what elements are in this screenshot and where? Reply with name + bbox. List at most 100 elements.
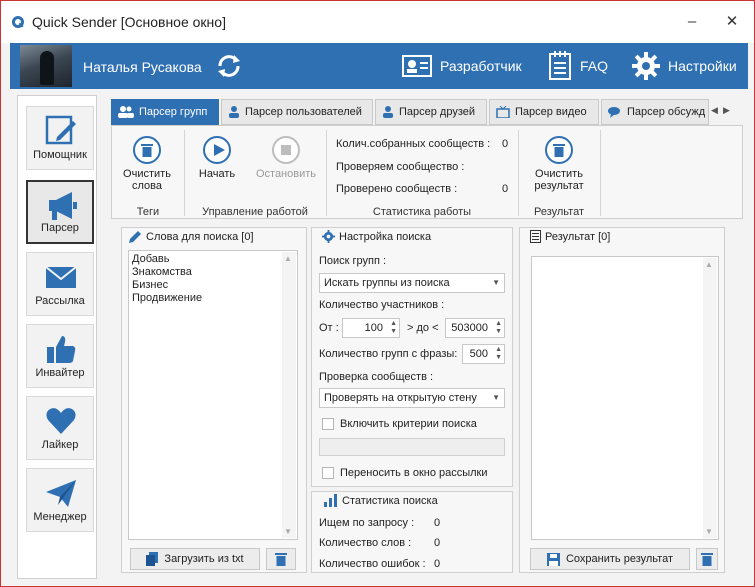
floppy-disk-icon bbox=[546, 552, 560, 566]
result-list[interactable]: ▲ ▼ bbox=[531, 256, 719, 540]
refresh-icon[interactable] bbox=[214, 52, 244, 80]
members-label: Количество участников : bbox=[319, 299, 445, 311]
checked-communities-label: Проверено сообществ : bbox=[336, 183, 458, 195]
decrement-icon[interactable]: ▼ bbox=[495, 328, 502, 336]
members-to-stepper[interactable]: 503000 ▲ ▼ bbox=[445, 318, 505, 338]
checked-communities-value: 0 bbox=[502, 183, 509, 195]
chevron-down-icon: ▼ bbox=[492, 278, 500, 287]
increment-icon[interactable]: ▲ bbox=[495, 346, 502, 354]
group-search-label: Поиск групп : bbox=[319, 255, 387, 267]
gear-icon bbox=[632, 52, 660, 80]
members-from-value: 100 bbox=[364, 322, 383, 334]
move-to-mailing-label: Переносить в окно рассылки bbox=[340, 467, 488, 479]
decrement-icon[interactable]: ▼ bbox=[390, 328, 397, 336]
checkbox-box[interactable] bbox=[322, 467, 334, 479]
notepad-icon bbox=[549, 51, 571, 80]
tab-group-parser[interactable]: Парсер групп bbox=[111, 99, 219, 125]
community-check-label: Проверка сообществ : bbox=[319, 371, 434, 383]
start-button[interactable]: Начать bbox=[192, 136, 242, 180]
enable-criteria-checkbox[interactable]: Включить критерии поиска bbox=[322, 418, 477, 430]
users-icon bbox=[118, 106, 134, 118]
increment-icon[interactable]: ▲ bbox=[390, 320, 397, 328]
criteria-input[interactable] bbox=[319, 438, 505, 456]
scroll-down-icon[interactable]: ▼ bbox=[284, 527, 292, 536]
clear-words-button[interactable]: Очистить слова bbox=[118, 136, 176, 192]
group-search-value: Искать группы из поиска bbox=[324, 277, 450, 289]
close-button[interactable]: ✕ bbox=[721, 11, 743, 33]
community-check-value: Проверять на открытую стену bbox=[324, 392, 477, 404]
sidebar-item-label: Лайкер bbox=[41, 439, 79, 451]
list-item[interactable]: Бизнес bbox=[129, 279, 297, 292]
errors-count-value: 0 bbox=[434, 558, 441, 570]
gear-icon bbox=[322, 230, 335, 243]
increment-icon[interactable]: ▲ bbox=[495, 320, 502, 328]
title-bar: Quick Sender [Основное окно] – ✕ bbox=[1, 1, 754, 43]
community-check-select[interactable]: Проверять на открытую стену ▼ bbox=[319, 388, 505, 408]
move-to-mailing-checkbox[interactable]: Переносить в окно рассылки bbox=[322, 467, 488, 479]
sidebar-item-parser[interactable]: Парсер bbox=[26, 180, 94, 244]
clear-result-label-1: Очистить bbox=[535, 168, 583, 180]
tab-scroll-left-icon[interactable]: ◀ bbox=[711, 105, 718, 116]
tab-label: Парсер обсужд bbox=[627, 106, 706, 118]
search-stats-title: Статистика поиска bbox=[342, 494, 438, 507]
faq-button[interactable]: FAQ bbox=[548, 51, 608, 81]
thumbs-up-icon bbox=[47, 336, 76, 363]
clear-result-label-2: результат bbox=[534, 180, 584, 192]
tv-icon bbox=[496, 106, 510, 118]
list-item[interactable]: Знакомства bbox=[129, 266, 297, 279]
settings-button[interactable]: Настройки bbox=[632, 51, 737, 81]
app-logo-icon bbox=[12, 16, 24, 28]
sidebar-item-manager[interactable]: Менеджер bbox=[26, 468, 94, 532]
group-search-select[interactable]: Искать группы из поиска ▼ bbox=[319, 273, 505, 293]
keywords-list[interactable]: Добавь Знакомства Бизнес Продвижение ▲ ▼ bbox=[128, 250, 298, 540]
list-item[interactable]: Добавь bbox=[129, 253, 297, 266]
load-txt-label: Загрузить из txt bbox=[164, 553, 244, 565]
sidebar-item-liker[interactable]: Лайкер bbox=[26, 396, 94, 460]
load-txt-button[interactable]: Загрузить из txt bbox=[130, 548, 260, 570]
delete-result-button[interactable] bbox=[696, 548, 718, 570]
ribbon-separator bbox=[518, 130, 519, 216]
list-item[interactable]: Продвижение bbox=[129, 292, 297, 305]
sidebar-item-label: Менеджер bbox=[33, 511, 87, 523]
keywords-panel-title: Слова для поиска [0] bbox=[146, 231, 254, 243]
tab-video-parser[interactable]: Парсер видео bbox=[489, 99, 599, 125]
keywords-scrollbar[interactable]: ▲ ▼ bbox=[282, 252, 296, 538]
tab-scroll-right-icon[interactable]: ▶ bbox=[723, 105, 730, 116]
groups-per-phrase-stepper[interactable]: 500 ▲ ▼ bbox=[462, 344, 505, 364]
save-result-button[interactable]: Сохранить результат bbox=[530, 548, 690, 570]
delete-keywords-button[interactable] bbox=[266, 548, 296, 570]
scroll-up-icon[interactable]: ▲ bbox=[284, 254, 292, 263]
trash-icon bbox=[141, 144, 153, 157]
search-query-label: Ищем по запросу : bbox=[319, 517, 415, 529]
sidebar-item-inviter[interactable]: Инвайтер bbox=[26, 324, 94, 388]
checkbox-box[interactable] bbox=[322, 418, 334, 430]
scroll-up-icon[interactable]: ▲ bbox=[705, 260, 713, 269]
decrement-icon[interactable]: ▼ bbox=[495, 354, 502, 362]
tab-discussion-parser[interactable]: Парсер обсужд bbox=[601, 99, 709, 125]
work-stats-group-label: Статистика работы bbox=[372, 206, 472, 218]
result-scrollbar[interactable]: ▲ ▼ bbox=[703, 258, 717, 538]
scroll-down-icon[interactable]: ▼ bbox=[705, 527, 713, 536]
chat-icon bbox=[608, 107, 620, 118]
avatar[interactable] bbox=[20, 45, 72, 87]
tab-label: Парсер пользователей bbox=[245, 106, 362, 118]
sidebar-item-assistant[interactable]: Помощник bbox=[26, 106, 94, 170]
pencil-icon bbox=[129, 231, 141, 243]
minimize-button[interactable]: – bbox=[681, 11, 703, 33]
user-name[interactable]: Наталья Русакова bbox=[83, 59, 202, 75]
tab-user-parser[interactable]: Парсер пользователей bbox=[221, 99, 373, 125]
enable-criteria-label: Включить критерии поиска bbox=[340, 418, 477, 430]
stop-button[interactable]: Остановить bbox=[250, 136, 322, 180]
members-from-stepper[interactable]: 100 ▲ ▼ bbox=[342, 318, 400, 338]
tab-label: Парсер друзей bbox=[399, 106, 476, 118]
ribbon-toolbar: Очистить слова Теги Начать Остановить Уп… bbox=[111, 125, 743, 219]
tab-friends-parser[interactable]: Парсер друзей bbox=[375, 99, 487, 125]
developer-button[interactable]: Разработчик bbox=[402, 51, 522, 81]
parser-tabs: Парсер групп Парсер пользователей Парсер… bbox=[111, 99, 721, 125]
trash-icon bbox=[275, 553, 287, 566]
sidebar-item-mailing[interactable]: Рассылка bbox=[26, 252, 94, 316]
clear-result-button[interactable]: Очистить результат bbox=[526, 136, 592, 192]
paper-plane-icon bbox=[46, 480, 76, 507]
sidebar-item-label: Рассылка bbox=[35, 295, 85, 307]
result-panel: Результат [0] ▲ ▼ Сохранить результат bbox=[519, 227, 725, 573]
